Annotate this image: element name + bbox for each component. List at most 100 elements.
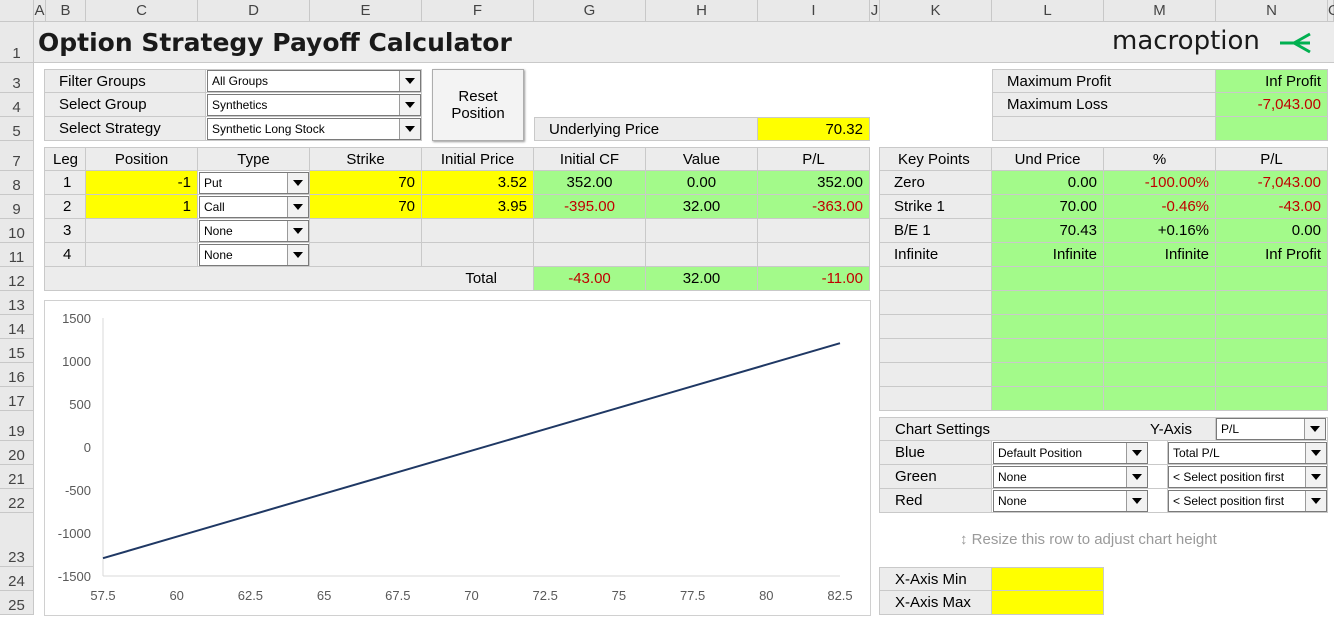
column-header[interactable]: G xyxy=(534,0,646,22)
series-type-dropdown[interactable]: Total P/L xyxy=(1168,442,1327,464)
macroption-logo: macroption xyxy=(1112,26,1260,56)
series-type-dropdown-value: < Select position first xyxy=(1173,494,1285,508)
leg-strike[interactable] xyxy=(310,219,422,243)
keypoint-empty xyxy=(992,315,1104,339)
chevron-down-icon[interactable] xyxy=(1126,443,1147,463)
row-header[interactable]: 10 xyxy=(0,219,34,243)
chevron-down-icon[interactable] xyxy=(1304,419,1325,439)
row-header[interactable]: 14 xyxy=(0,315,34,339)
filter-dropdown[interactable]: All Groups xyxy=(207,70,421,92)
keypoint-pct: -0.46% xyxy=(1104,195,1216,219)
row-header[interactable]: 13 xyxy=(0,291,34,315)
legs-header: Position xyxy=(86,147,198,171)
x-tick-label: 65 xyxy=(317,588,331,603)
series-type-dropdown[interactable]: < Select position first xyxy=(1168,466,1327,488)
leg-type-dropdown[interactable]: Put xyxy=(199,172,309,194)
column-header[interactable]: D xyxy=(198,0,310,22)
row-header[interactable]: 24 xyxy=(0,567,34,591)
chevron-down-icon[interactable] xyxy=(1126,467,1147,487)
chevron-down-icon[interactable] xyxy=(1126,491,1147,511)
leg-position[interactable]: 1 xyxy=(86,195,198,219)
chevron-down-icon[interactable] xyxy=(399,71,420,91)
leg-leg: 2 xyxy=(44,195,86,219)
row-header[interactable]: 17 xyxy=(0,387,34,411)
payoff-chart[interactable]: 1500 1000 500 0 -500 -1000 -1500 57.5 60 62.5 65 67… xyxy=(44,300,871,616)
chevron-down-icon[interactable] xyxy=(287,221,308,241)
row-header[interactable]: 4 xyxy=(0,93,34,117)
leg-initial-price[interactable]: 3.52 xyxy=(422,171,534,195)
legs-header: Value xyxy=(646,147,758,171)
legs-header: Leg xyxy=(44,147,86,171)
row-header[interactable]: 22 xyxy=(0,489,34,513)
keypoint-empty xyxy=(1104,363,1216,387)
chevron-down-icon[interactable] xyxy=(399,95,420,115)
chevron-down-icon[interactable] xyxy=(1305,467,1326,487)
series-position-dropdown[interactable]: None xyxy=(993,466,1148,488)
row-header[interactable]: 25 xyxy=(0,591,34,615)
column-header[interactable]: B xyxy=(46,0,86,22)
filter-dropdown-value: Synthetics xyxy=(212,98,268,112)
leg-leg: 3 xyxy=(44,219,86,243)
row-header[interactable]: 3 xyxy=(0,63,34,93)
column-header[interactable]: I xyxy=(758,0,870,22)
underlying-price-input[interactable]: 70.32 xyxy=(758,117,870,141)
leg-type-dropdown[interactable]: None xyxy=(199,220,309,242)
x-axis-max-input[interactable] xyxy=(992,591,1104,615)
column-header[interactable]: N xyxy=(1216,0,1328,22)
column-header[interactable]: J xyxy=(870,0,880,22)
leg-initial-price[interactable] xyxy=(422,219,534,243)
column-header[interactable]: M xyxy=(1104,0,1216,22)
chevron-down-icon[interactable] xyxy=(287,197,308,217)
leg-position[interactable]: -1 xyxy=(86,171,198,195)
row-header[interactable]: 20 xyxy=(0,441,34,465)
column-header[interactable]: O xyxy=(1328,0,1334,22)
column-header[interactable]: C xyxy=(86,0,198,22)
chevron-down-icon[interactable] xyxy=(399,119,420,139)
leg-strike[interactable] xyxy=(310,243,422,267)
chevron-down-icon[interactable] xyxy=(287,173,308,193)
keypoint-pct: +0.16% xyxy=(1104,219,1216,243)
x-axis-min-label: X-Axis Min xyxy=(879,567,992,591)
x-axis-min-input[interactable] xyxy=(992,567,1104,591)
leg-initial-price[interactable]: 3.95 xyxy=(422,195,534,219)
row-header[interactable]: 16 xyxy=(0,363,34,387)
chevron-down-icon[interactable] xyxy=(1305,491,1326,511)
leg-initial-price[interactable] xyxy=(422,243,534,267)
y-axis-dropdown[interactable]: P/L xyxy=(1216,418,1326,440)
row-header[interactable]: 1 xyxy=(0,22,34,63)
row-header[interactable]: 15 xyxy=(0,339,34,363)
leg-position[interactable] xyxy=(86,219,198,243)
total-value: 32.00 xyxy=(646,267,758,291)
leg-strike[interactable]: 70 xyxy=(310,195,422,219)
row-header[interactable]: 12 xyxy=(0,267,34,291)
row-header[interactable]: 23 xyxy=(0,513,34,567)
column-header[interactable]: K xyxy=(880,0,992,22)
row-header[interactable]: 21 xyxy=(0,465,34,489)
series-type-dropdown[interactable]: < Select position first xyxy=(1168,490,1327,512)
reset-position-button[interactable]: Reset Position xyxy=(432,69,524,141)
column-header[interactable]: H xyxy=(646,0,758,22)
row-header[interactable]: 8 xyxy=(0,171,34,195)
leg-type-dropdown[interactable]: None xyxy=(199,244,309,266)
row-header[interactable]: 9 xyxy=(0,195,34,219)
series-position-dropdown[interactable]: Default Position xyxy=(993,442,1148,464)
row-header[interactable]: 19 xyxy=(0,411,34,441)
column-header[interactable]: F xyxy=(422,0,534,22)
row-header[interactable]: 5 xyxy=(0,117,34,141)
reset-label-1: Reset xyxy=(458,88,498,105)
column-header[interactable]: A xyxy=(34,0,46,22)
leg-type-dropdown[interactable]: Call xyxy=(199,196,309,218)
series-position-dropdown[interactable]: None xyxy=(993,490,1148,512)
leg-strike[interactable]: 70 xyxy=(310,171,422,195)
column-header[interactable]: E xyxy=(310,0,422,22)
filter-dropdown[interactable]: Synthetic Long Stock xyxy=(207,118,421,140)
row-header[interactable]: 11 xyxy=(0,243,34,267)
leg-initial-cf: -395.00 xyxy=(534,195,646,219)
x-tick-label: 57.5 xyxy=(90,588,115,603)
chevron-down-icon[interactable] xyxy=(287,245,308,265)
column-header[interactable]: L xyxy=(992,0,1104,22)
chevron-down-icon[interactable] xyxy=(1305,443,1326,463)
leg-position[interactable] xyxy=(86,243,198,267)
row-header[interactable]: 7 xyxy=(0,141,34,171)
filter-dropdown[interactable]: Synthetics xyxy=(207,94,421,116)
